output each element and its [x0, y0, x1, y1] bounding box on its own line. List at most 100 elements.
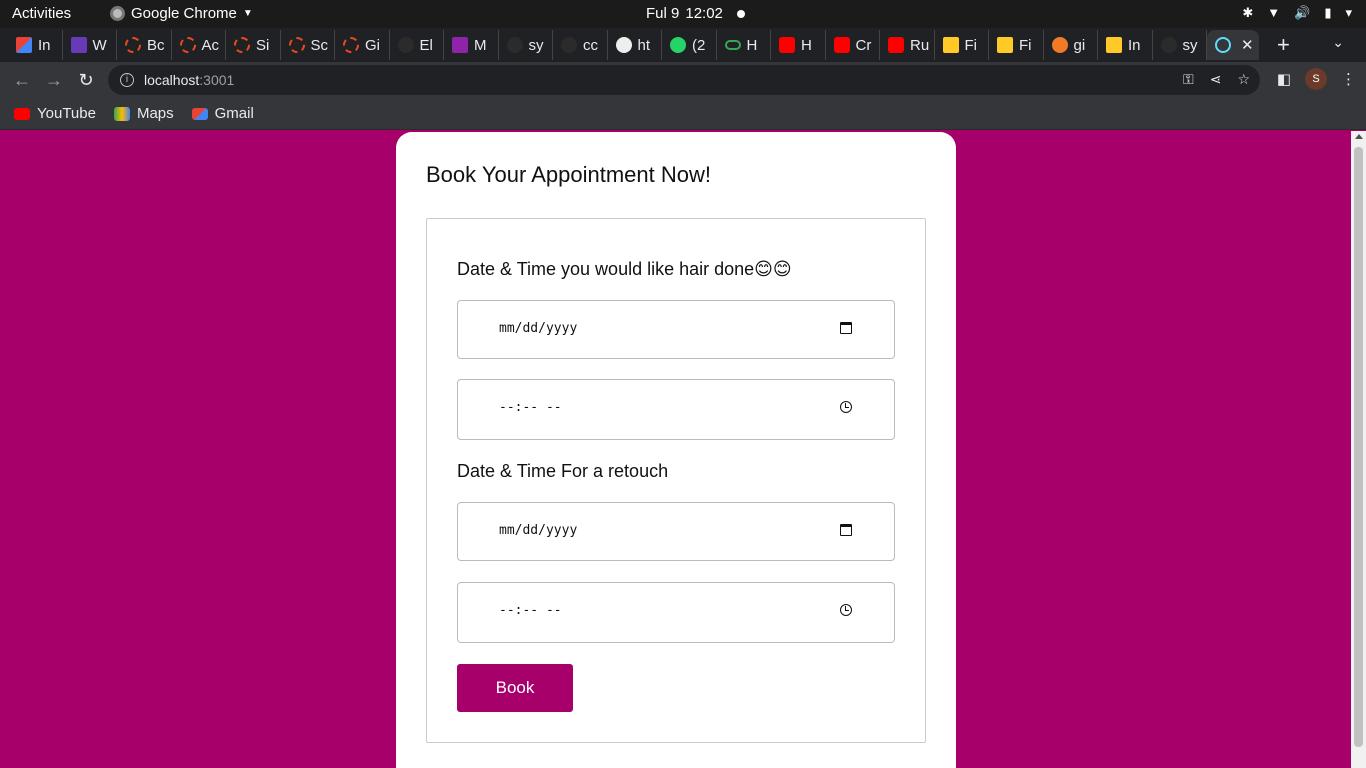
firebase-icon — [942, 37, 959, 53]
book-button[interactable]: Book — [457, 664, 573, 712]
maps-icon — [113, 106, 130, 121]
kebab-menu-icon[interactable]: ⋮ — [1341, 70, 1356, 88]
tab-label: Ru — [910, 36, 930, 54]
tab[interactable]: Fi — [989, 30, 1044, 60]
tab[interactable]: In — [1098, 30, 1153, 60]
tab-label: gi — [1073, 36, 1086, 54]
tab-label: In — [1128, 36, 1141, 54]
tab-strip: In W Bc Ac Si Sc Gi El M sy cc ht (2 H H… — [0, 28, 1366, 62]
tab[interactable]: Cr — [826, 30, 880, 60]
back-button[interactable]: ← — [6, 70, 38, 91]
app-menu[interactable]: Google Chrome ▼ — [110, 5, 253, 22]
link-icon — [724, 40, 741, 50]
power-menu-icon[interactable]: ▾ — [1345, 5, 1352, 21]
system-tray[interactable]: ✱ ▼ 🔊 ▮ ▾ — [1242, 5, 1352, 21]
firebase-icon — [997, 37, 1013, 53]
github-icon — [561, 37, 577, 53]
github-icon — [1160, 37, 1177, 53]
close-tab-icon[interactable]: ✕ — [1241, 36, 1254, 54]
retouch-time-input[interactable]: --:-- -- — [457, 582, 895, 643]
calendar-icon[interactable] — [840, 321, 852, 337]
youtube-icon — [888, 37, 904, 53]
bookmark-star-icon[interactable]: ☆ — [1237, 71, 1250, 88]
scrollbar-thumb[interactable] — [1354, 147, 1363, 747]
date-placeholder: mm/dd/yyyy — [499, 523, 578, 538]
time-placeholder: --:-- -- — [499, 603, 562, 618]
loading-ring-icon — [179, 37, 196, 53]
tab[interactable]: H — [717, 30, 771, 60]
side-panel-icon[interactable]: ◧ — [1277, 70, 1291, 88]
tab-label: cc — [583, 36, 598, 54]
tab[interactable]: Gi — [335, 30, 390, 60]
tab[interactable]: ht — [608, 30, 662, 60]
tab[interactable]: M — [444, 30, 499, 60]
active-tab[interactable]: ✕ — [1207, 30, 1259, 60]
tab[interactable]: sy — [499, 30, 553, 60]
appointment-form: Date & Time you would like hair done😊😊 m… — [426, 218, 926, 743]
react-icon — [1215, 37, 1231, 53]
slack-icon[interactable]: ✱ — [1242, 5, 1253, 21]
tab-label: Ac — [201, 36, 220, 54]
tab[interactable]: gi — [1044, 30, 1098, 60]
bookmark-label: Maps — [136, 105, 174, 122]
info-icon[interactable]: i — [120, 73, 134, 87]
system-top-bar: Activities Google Chrome ▼ Ful 9 12:02 ✱… — [0, 0, 1366, 28]
activities-button[interactable]: Activities — [12, 5, 71, 22]
page-scrollbar[interactable] — [1351, 131, 1366, 768]
clock-icon[interactable] — [840, 603, 852, 619]
tab[interactable]: cc — [553, 30, 608, 60]
date-placeholder: mm/dd/yyyy — [499, 321, 578, 336]
url-port: :3001 — [199, 72, 235, 88]
reload-button[interactable]: ↻ — [70, 70, 102, 91]
browser-toolbar: ← → ↻ i localhost:3001 ⚿ ⋖ ☆ ◧ S ⋮ — [0, 62, 1366, 98]
battery-icon: ▮ — [1324, 5, 1332, 20]
bookmark-maps[interactable]: Maps — [113, 105, 174, 122]
page-title: Book Your Appointment Now! — [426, 162, 711, 187]
tab[interactable]: Ac — [172, 30, 226, 60]
tab[interactable]: sy — [1153, 30, 1207, 60]
bookmark-label: YouTube — [37, 105, 96, 122]
clock[interactable]: Ful 9 12:02 — [646, 5, 745, 22]
tab-label: Si — [256, 36, 270, 54]
profile-avatar[interactable]: S — [1305, 68, 1327, 90]
tab[interactable]: Bc — [117, 30, 172, 60]
tab[interactable]: W — [63, 30, 117, 60]
tab-label: (2 — [692, 36, 706, 54]
tab[interactable]: H — [771, 30, 826, 60]
new-tab-button[interactable]: + — [1277, 32, 1290, 58]
tab-label: M — [474, 36, 487, 54]
ask-icon — [1051, 37, 1068, 53]
tab[interactable]: (2 — [662, 30, 717, 60]
bookmark-youtube[interactable]: YouTube — [14, 105, 96, 122]
tab[interactable]: Fi — [935, 30, 989, 60]
key-icon[interactable]: ⚿ — [1183, 71, 1194, 88]
appointment-card: Book Your Appointment Now! Date & Time y… — [396, 132, 956, 768]
bookmark-gmail[interactable]: Gmail — [191, 105, 254, 122]
tab-search-chevron-icon[interactable]: ⌄ — [1332, 34, 1344, 51]
retouch-date-input[interactable]: mm/dd/yyyy — [457, 502, 895, 561]
share-icon[interactable]: ⋖ — [1210, 71, 1222, 88]
tab[interactable]: In — [8, 30, 63, 60]
list-icon — [70, 37, 87, 53]
hair-done-time-input[interactable]: --:-- -- — [457, 379, 895, 440]
tab[interactable]: El — [390, 30, 444, 60]
youtube-icon — [14, 107, 30, 120]
globe-icon — [615, 37, 632, 53]
tab[interactable]: Sc — [281, 30, 335, 60]
tab[interactable]: Si — [226, 30, 281, 60]
clock-icon[interactable] — [840, 400, 852, 416]
scroll-up-arrow-icon[interactable] — [1355, 134, 1363, 139]
forward-button[interactable]: → — [38, 70, 70, 91]
tab-label: Cr — [855, 36, 872, 54]
hair-done-date-input[interactable]: mm/dd/yyyy — [457, 300, 895, 359]
address-bar[interactable]: i localhost:3001 ⚿ ⋖ ☆ — [108, 65, 1260, 95]
gmail-icon — [191, 107, 208, 120]
calendar-icon[interactable] — [840, 523, 852, 539]
wifi-icon: ▼ — [1267, 5, 1281, 20]
tab-label: Bc — [147, 36, 165, 54]
tab-label: Fi — [964, 36, 978, 54]
clock-time: 12:02 — [685, 5, 723, 22]
tab[interactable]: Ru — [880, 30, 935, 60]
loading-ring-icon — [234, 37, 250, 53]
url-host: localhost — [144, 72, 200, 88]
